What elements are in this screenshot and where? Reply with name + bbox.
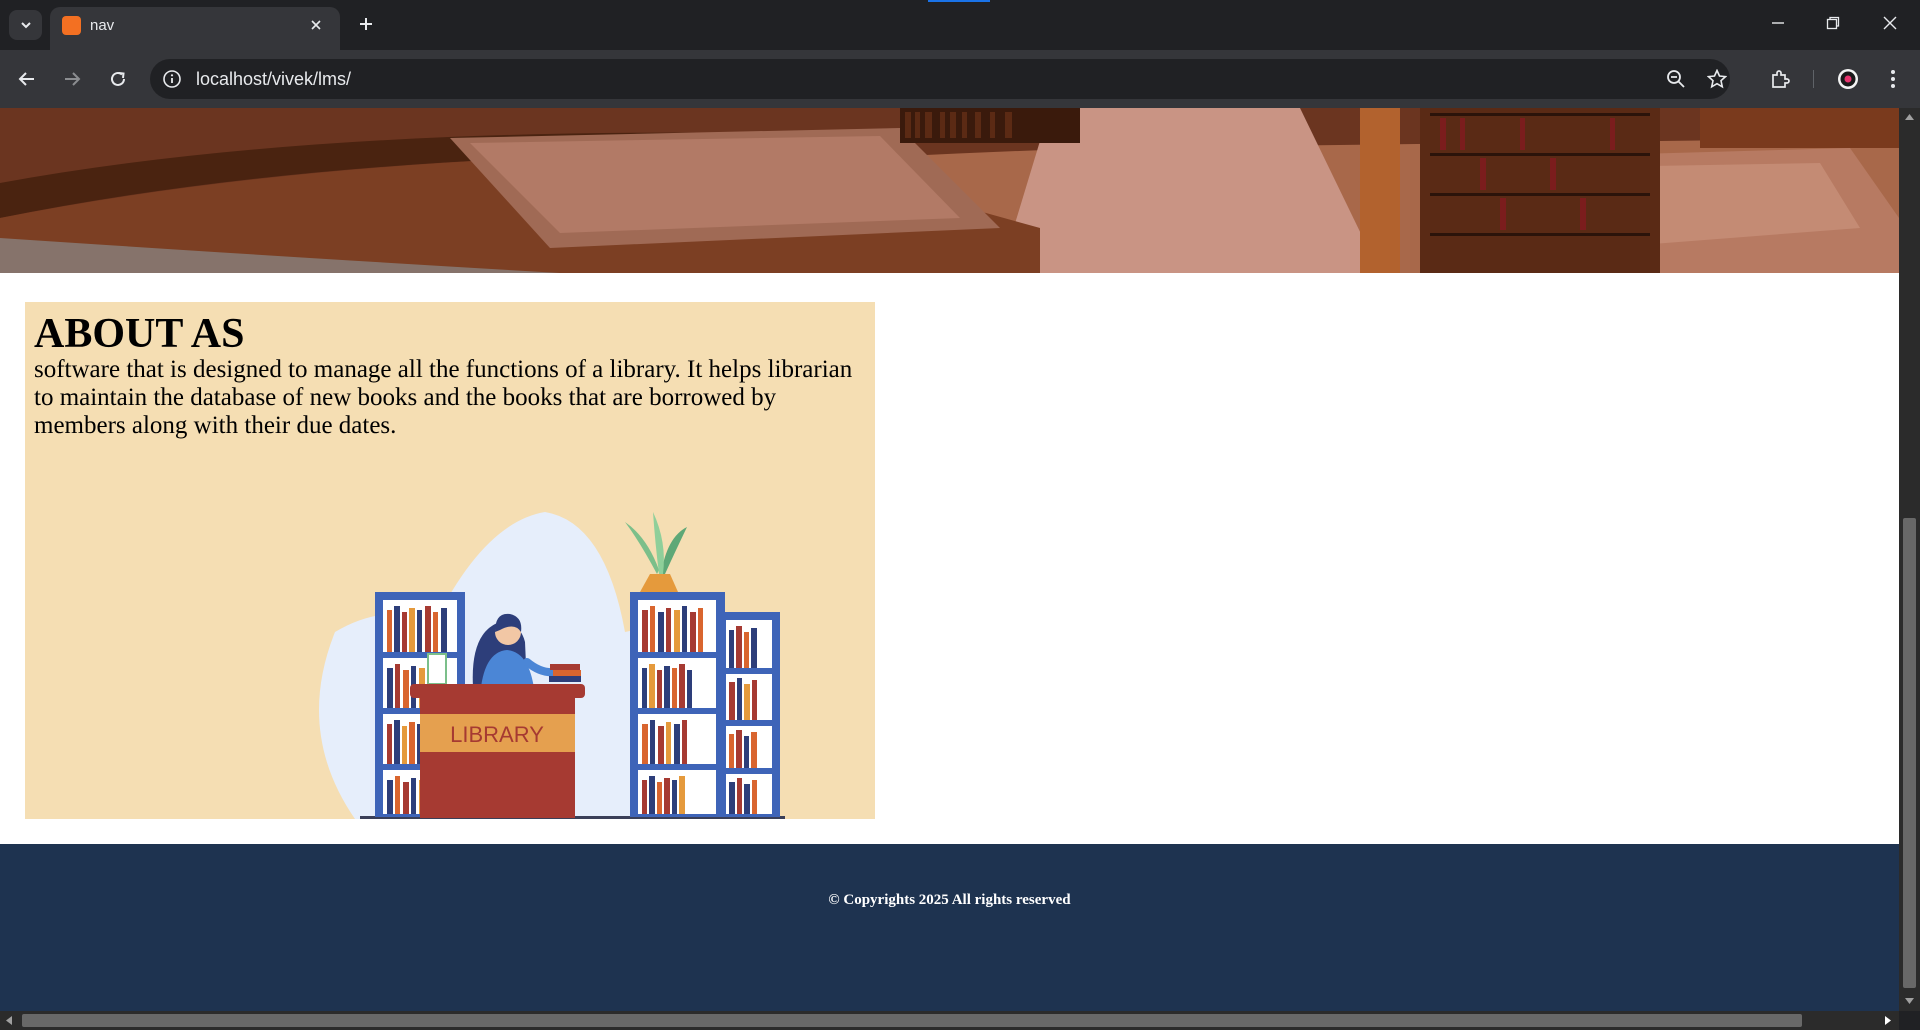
new-tab-button[interactable] (352, 10, 380, 38)
vertical-scrollbar[interactable] (1899, 108, 1920, 1011)
tab-search-button[interactable] (9, 10, 42, 40)
tab-close-button[interactable] (304, 13, 328, 37)
minimize-button[interactable] (1760, 8, 1796, 38)
arrow-right-icon (65, 72, 81, 86)
bookmark-button[interactable] (1705, 67, 1729, 91)
hero-library-image (0, 108, 1899, 273)
scrollbar-corner (1899, 1011, 1920, 1030)
profile-avatar-icon (1838, 69, 1858, 89)
extensions-button[interactable] (1766, 64, 1796, 94)
chevron-down-icon (20, 22, 31, 29)
tab-strip: nav (0, 0, 1920, 50)
more-vert-icon (1891, 70, 1895, 88)
close-icon (1883, 16, 1897, 30)
address-bar[interactable]: localhost/vivek/lms/ (150, 59, 1730, 99)
horizontal-scrollbar[interactable] (0, 1011, 1899, 1030)
about-section: ABOUT AS software that is designed to ma… (25, 302, 875, 819)
arrow-left-icon (18, 72, 34, 86)
browser-toolbar: localhost/vivek/lms/ (0, 50, 1920, 108)
about-description: software that is designed to manage all … (34, 356, 853, 439)
tab-accent-bar (928, 0, 990, 2)
vertical-scroll-thumb[interactable] (1903, 518, 1916, 988)
back-button[interactable] (12, 64, 42, 94)
minimize-icon (1772, 22, 1784, 24)
scroll-up-icon[interactable] (1905, 114, 1914, 120)
info-icon (163, 70, 181, 88)
reload-icon (111, 71, 125, 86)
close-icon (311, 20, 321, 30)
page-viewport: ABOUT AS software that is designed to ma… (0, 108, 1899, 1011)
copyright-text: © Copyrights 2025 All rights reserved (828, 892, 1071, 908)
url-text[interactable]: localhost/vivek/lms/ (196, 69, 351, 90)
star-icon (1707, 69, 1727, 89)
library-illustration: LIBRARY (319, 512, 785, 819)
xampp-favicon-icon (62, 16, 81, 35)
footer: © Copyrights 2025 All rights reserved (0, 844, 1899, 1011)
browser-tab[interactable]: nav (50, 7, 340, 50)
profile-button[interactable] (1833, 64, 1863, 94)
library-sign: LIBRARY (450, 722, 544, 747)
menu-button[interactable] (1878, 64, 1908, 94)
close-window-button[interactable] (1872, 8, 1908, 38)
site-info-button[interactable] (160, 67, 184, 91)
puzzle-icon (1772, 70, 1790, 88)
zoom-out-icon (1667, 70, 1685, 88)
restore-icon (1826, 16, 1840, 30)
hero-artwork (0, 108, 1899, 273)
horizontal-scroll-thumb[interactable] (22, 1014, 1802, 1027)
restore-button[interactable] (1815, 8, 1851, 38)
tab-title: nav (90, 17, 115, 34)
toolbar-separator (1813, 70, 1814, 88)
scroll-left-icon[interactable] (6, 1016, 12, 1025)
plus-icon (360, 18, 372, 30)
scroll-right-icon[interactable] (1885, 1016, 1891, 1025)
forward-button[interactable] (57, 64, 87, 94)
zoom-button[interactable] (1664, 67, 1688, 91)
scroll-down-icon[interactable] (1905, 998, 1914, 1004)
about-title: ABOUT AS (34, 311, 245, 357)
reload-button[interactable] (103, 64, 133, 94)
